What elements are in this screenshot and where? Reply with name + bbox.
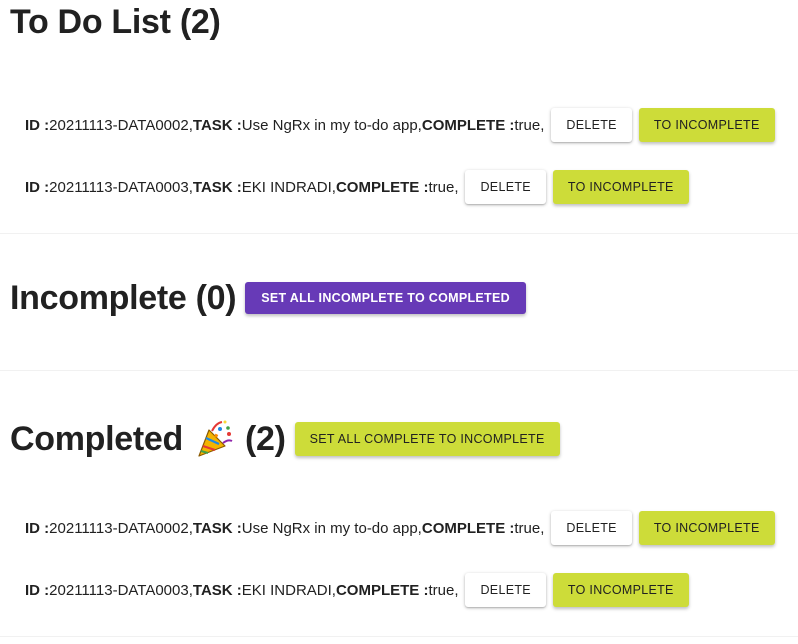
- id-value: 20211113-DATA0003,: [49, 581, 193, 599]
- completed-header: Completed (2) SET ALL COMPLETE TO INCOMP…: [10, 419, 560, 459]
- delete-button[interactable]: DELETE: [465, 573, 546, 607]
- task-value: EKI INDRADI,: [241, 178, 336, 196]
- task-label: TASK :: [192, 519, 242, 537]
- todo-header: To Do List (2): [10, 2, 221, 42]
- set-all-complete-to-incomplete-button[interactable]: SET ALL COMPLETE TO INCOMPLETE: [294, 422, 560, 456]
- task-label: TASK :: [192, 178, 242, 196]
- delete-button[interactable]: DELETE: [551, 511, 632, 545]
- id-label: ID :: [25, 178, 50, 196]
- task-value: Use NgRx in my to-do app,: [241, 116, 422, 134]
- incomplete-header: Incomplete (0) SET ALL INCOMPLETE TO COM…: [10, 278, 526, 318]
- delete-button[interactable]: DELETE: [551, 108, 632, 142]
- section-divider: [0, 370, 798, 371]
- completed-title-prefix: Completed: [10, 420, 183, 458]
- complete-label: COMPLETE :: [335, 178, 429, 196]
- complete-value: true,: [514, 116, 545, 134]
- party-popper-icon: [195, 419, 235, 459]
- set-all-incomplete-to-completed-button[interactable]: SET ALL INCOMPLETE TO COMPLETED: [245, 282, 526, 314]
- complete-label: COMPLETE :: [421, 519, 515, 537]
- id-label: ID :: [25, 519, 50, 537]
- id-value: 20211113-DATA0002,: [49, 116, 193, 134]
- complete-label: COMPLETE :: [421, 116, 515, 134]
- id-value: 20211113-DATA0003,: [49, 178, 193, 196]
- id-label: ID :: [25, 581, 50, 599]
- id-label: ID :: [25, 116, 50, 134]
- task-value: Use NgRx in my to-do app,: [241, 519, 422, 537]
- to-incomplete-button[interactable]: TO INCOMPLETE: [638, 108, 775, 142]
- complete-value: true,: [514, 519, 545, 537]
- to-incomplete-button[interactable]: TO INCOMPLETE: [552, 573, 689, 607]
- todo-title: To Do List (2): [10, 3, 221, 41]
- section-divider: [0, 636, 798, 637]
- task-label: TASK :: [192, 581, 242, 599]
- delete-button[interactable]: DELETE: [465, 170, 546, 204]
- completed-item-2: ID : 20211113-DATA0003, TASK : EKI INDRA…: [25, 573, 689, 607]
- todo-item-2: ID : 20211113-DATA0003, TASK : EKI INDRA…: [25, 170, 689, 204]
- to-incomplete-button[interactable]: TO INCOMPLETE: [638, 511, 775, 545]
- id-value: 20211113-DATA0002,: [49, 519, 193, 537]
- task-value: EKI INDRADI,: [241, 581, 336, 599]
- complete-value: true,: [428, 178, 459, 196]
- completed-item-1: ID : 20211113-DATA0002, TASK : Use NgRx …: [25, 511, 775, 545]
- todo-item-1: ID : 20211113-DATA0002, TASK : Use NgRx …: [25, 108, 775, 142]
- task-label: TASK :: [192, 116, 242, 134]
- complete-label: COMPLETE :: [335, 581, 429, 599]
- completed-title-count: (2): [244, 420, 286, 458]
- complete-value: true,: [428, 581, 459, 599]
- section-divider: [0, 233, 798, 234]
- incomplete-title: Incomplete (0): [10, 279, 237, 317]
- to-incomplete-button[interactable]: TO INCOMPLETE: [552, 170, 689, 204]
